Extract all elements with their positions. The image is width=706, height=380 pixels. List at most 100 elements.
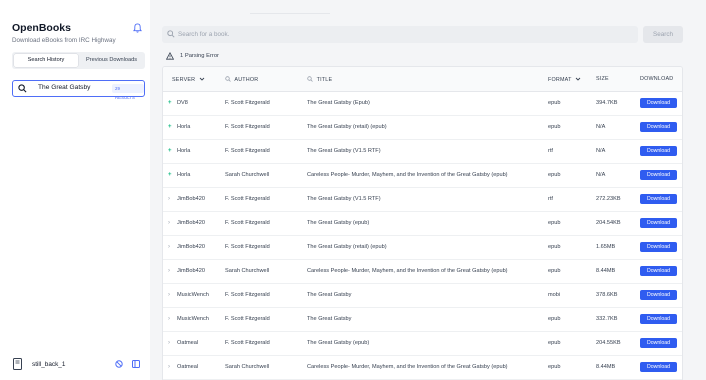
main-panel: Search 1 Parsing Error SERVER AUTHOR [150,0,706,380]
expand-icon[interactable]: › [168,292,174,298]
cell-author: Sarah Churchwell [225,172,270,178]
table-row: › Oatmeal F. Scott Fitzgerald The Great … [163,332,682,356]
download-button[interactable]: Download [640,338,677,348]
history-query: The Great Gatsby [38,84,91,91]
expand-icon[interactable]: › [168,364,174,370]
download-button[interactable]: Download [640,122,677,132]
cell-author: F. Scott Fitzgerald [225,244,270,250]
download-button[interactable]: Download [640,98,677,108]
download-button[interactable]: Download [640,242,677,252]
expand-icon[interactable]: › [168,244,174,250]
expand-icon[interactable]: + [168,172,174,178]
tab-search-history[interactable]: Search History [14,54,78,67]
cell-size: 8.44MB [596,268,616,274]
cell-server: Horla [177,172,191,178]
search-button[interactable]: Search [643,26,683,43]
download-button[interactable]: Download [640,218,677,228]
download-button[interactable]: Download [640,314,677,324]
parsing-error-text: 1 Parsing Error [180,53,219,59]
table-row: + Horla F. Scott Fitzgerald The Great Ga… [163,140,682,164]
expand-icon[interactable]: › [168,220,174,226]
cell-size: 1.65MB [596,244,616,250]
download-button[interactable]: Download [640,362,677,372]
column-server[interactable]: SERVER [172,76,205,83]
book-icon [13,358,22,370]
cell-author: F. Scott Fitzgerald [225,100,270,106]
expand-icon[interactable]: › [168,340,174,346]
column-server-label: SERVER [172,77,196,83]
column-size: SIZE [596,76,609,82]
cell-author: Sarah Churchwell [225,364,270,370]
cell-server: JimBob420 [177,244,205,250]
search-bar [162,26,638,43]
cell-format: epub [548,340,561,346]
cell-author: F. Scott Fitzgerald [225,196,270,202]
tab-previous-downloads[interactable]: Previous Downloads [80,54,143,67]
expand-icon[interactable]: + [168,148,174,154]
cell-format: rtf [548,148,553,154]
sidebar-tabs: Search History Previous Downloads [12,52,145,69]
table-row: › Oatmeal Sarah Churchwell Careless Peop… [163,356,682,380]
logout-icon[interactable] [132,360,140,368]
expand-icon[interactable]: + [168,124,174,130]
expand-icon[interactable]: + [168,100,174,106]
column-title[interactable]: TITLE [307,76,332,83]
cell-format: epub [548,172,561,178]
cell-format: epub [548,220,561,226]
search-icon [167,30,175,38]
app-subtitle: Download eBooks from IRC Highway [12,37,116,44]
table-row: + Horla F. Scott Fitzgerald The Great Ga… [163,116,682,140]
cell-author: F. Scott Fitzgerald [225,148,270,154]
table-row: › JimBob420 Sarah Churchwell Careless Pe… [163,260,682,284]
cell-server: MusicWench [177,316,209,322]
download-button[interactable]: Download [640,266,677,276]
cell-format: epub [548,316,561,322]
column-format-label: FORMAT [548,77,572,83]
cell-title: Careless People- Murder, Mayhem, and the… [307,172,508,178]
cell-author: F. Scott Fitzgerald [225,340,270,346]
username: still_back_1 [32,361,66,368]
table-row: + Horla Sarah Churchwell Careless People… [163,164,682,188]
column-author[interactable]: AUTHOR [225,76,258,83]
table-row: › JimBob420 F. Scott Fitzgerald The Grea… [163,212,682,236]
cell-server: Oatmeal [177,364,199,370]
download-button[interactable]: Download [640,290,677,300]
column-format[interactable]: FORMAT [548,76,581,83]
cell-format: epub [548,268,561,274]
cell-server: MusicWench [177,292,209,298]
bell-icon[interactable] [133,23,142,33]
expand-icon[interactable]: › [168,196,174,202]
settings-icon[interactable] [115,360,123,368]
divider [250,13,330,14]
search-input[interactable] [178,26,628,43]
cell-size: N/A [596,148,606,154]
expand-icon[interactable]: › [168,316,174,322]
table-row: › JimBob420 F. Scott Fitzgerald The Grea… [163,236,682,260]
column-title-label: TITLE [316,77,333,83]
history-item[interactable]: The Great Gatsby 29 RESULTS [12,80,145,100]
cell-title: The Great Gatsby (V1.5 RTF) [307,196,381,202]
cell-author: F. Scott Fitzgerald [225,292,270,298]
expand-icon[interactable]: › [168,268,174,274]
cell-format: mobi [548,292,561,298]
cell-author: Sarah Churchwell [225,268,270,274]
cell-format: rtf [548,196,553,202]
chevron-down-icon [575,77,581,81]
cell-size: 394.7KB [596,100,618,106]
cell-server: JimBob420 [177,268,205,274]
download-button[interactable]: Download [640,194,677,204]
download-button[interactable]: Download [640,146,677,156]
table-row: › JimBob420 F. Scott Fitzgerald The Grea… [163,188,682,212]
app-title: OpenBooks [12,22,71,34]
cell-format: epub [548,100,561,106]
cell-format: epub [548,364,561,370]
cell-size: 204.54KB [596,220,621,226]
table-row: + DV8 F. Scott Fitzgerald The Great Gats… [163,92,682,116]
column-download: DOWNLOAD [640,76,674,82]
cell-size: 204.55KB [596,340,621,346]
warning-icon [166,52,174,60]
sort-icon [225,76,231,82]
sidebar: OpenBooks Download eBooks from IRC Highw… [0,0,150,380]
search-icon [18,84,27,93]
download-button[interactable]: Download [640,170,677,180]
